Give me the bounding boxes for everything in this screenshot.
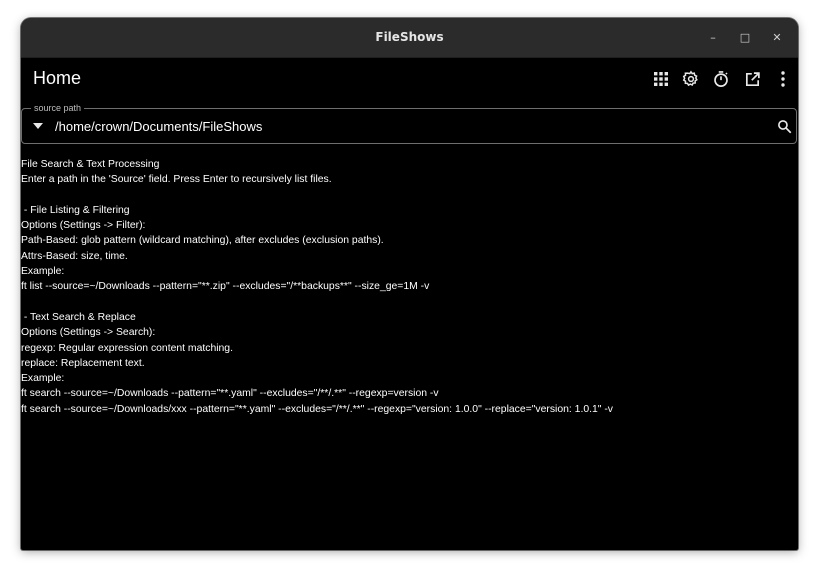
help-line: Example:: [21, 266, 65, 278]
timer-icon[interactable]: [710, 68, 732, 90]
help-line: Options (Settings -> Search):: [21, 327, 156, 339]
dropdown-arrow-icon[interactable]: [30, 118, 46, 134]
gear-icon[interactable]: [680, 68, 702, 90]
help-line: [21, 295, 797, 310]
grid-icon[interactable]: [650, 68, 672, 90]
help-line: Path-Based: glob pattern (wildcard match…: [21, 235, 384, 247]
help-line: ft list --source=~/Downloads --pattern="…: [21, 281, 430, 293]
app-bar: Home: [21, 58, 798, 99]
help-line: - Text Search & Replace: [21, 311, 136, 323]
app-window: FileShows – □ ✕ Home source path /home/c…: [21, 18, 798, 550]
open-in-new-icon[interactable]: [741, 68, 763, 90]
help-line: [21, 188, 797, 203]
maximize-button[interactable]: □: [737, 30, 753, 46]
window-title: FileShows: [375, 30, 444, 44]
help-line: Example:: [21, 373, 65, 385]
help-line: replace: Replacement text.: [21, 357, 145, 369]
minimize-button[interactable]: –: [705, 30, 721, 46]
more-vert-icon[interactable]: [772, 68, 794, 90]
window-titlebar[interactable]: FileShows – □ ✕: [21, 18, 798, 58]
help-line: - File Listing & Filtering: [21, 204, 130, 216]
source-path-field[interactable]: source path: [21, 102, 797, 144]
help-line: Attrs-Based: size, time.: [21, 250, 128, 262]
page-title: Home: [33, 68, 82, 88]
help-line: File Search & Text Processing: [21, 159, 160, 170]
help-line: Options (Settings -> Filter):: [21, 220, 146, 232]
source-path-label: source path: [31, 102, 85, 114]
help-text: File Search & Text Processing Enter a pa…: [21, 157, 797, 417]
help-line: Enter a path in the 'Source' field. Pres…: [21, 174, 332, 186]
close-button[interactable]: ✕: [769, 30, 785, 46]
help-line: ft search --source=~/Downloads --pattern…: [21, 388, 439, 400]
help-line: ft search --source=~/Downloads/xxx --pat…: [21, 403, 614, 415]
search-icon[interactable]: [775, 117, 793, 135]
source-path-input[interactable]: [55, 118, 735, 135]
help-line: regexp: Regular expression content match…: [21, 342, 233, 354]
